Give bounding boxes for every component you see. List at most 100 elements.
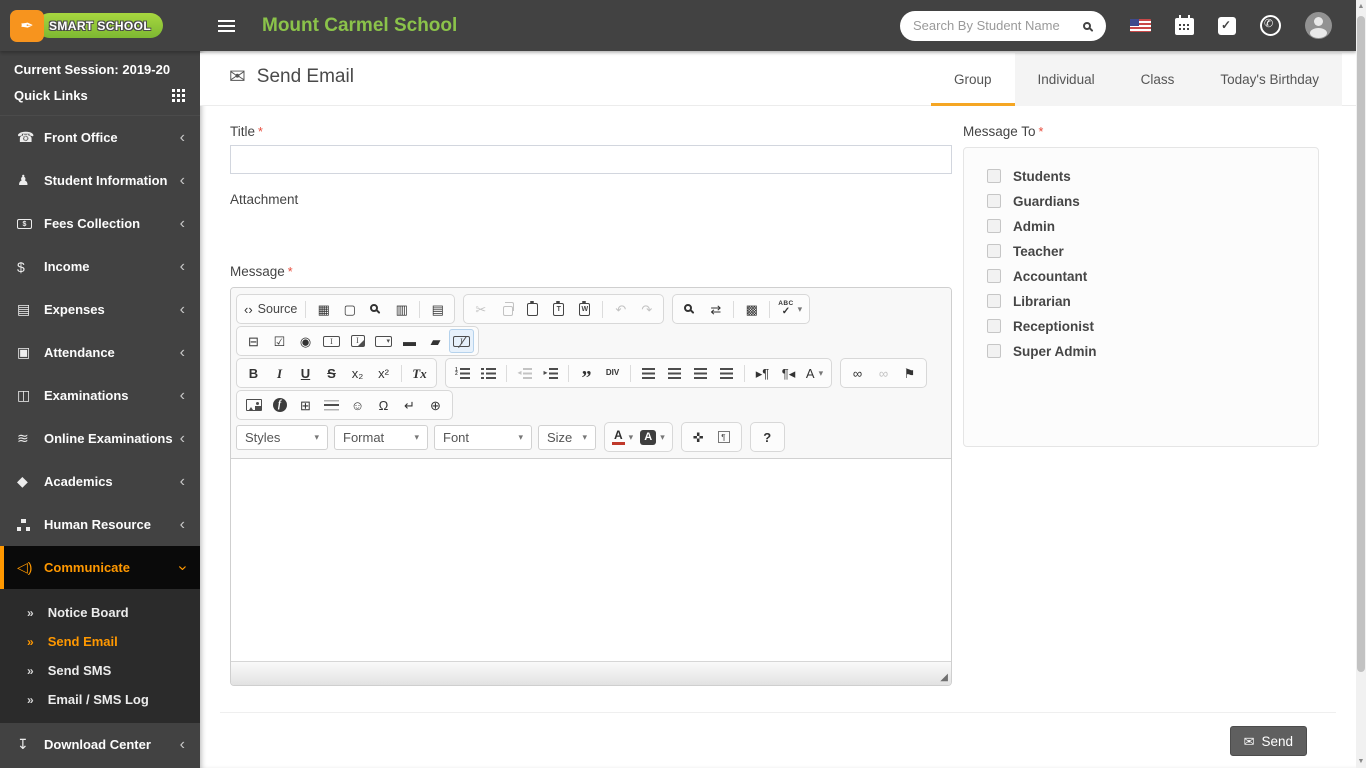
sidebar-item-communicate[interactable]: ◁)Communicate‹ [0, 546, 200, 589]
print-button[interactable]: ▥ [389, 297, 414, 321]
subscript-button[interactable]: x₂ [345, 361, 370, 385]
checkbox-receptionist[interactable] [987, 319, 1001, 333]
radio-button-button[interactable]: ◉ [293, 329, 318, 353]
checkbox-button[interactable]: ☑ [267, 329, 292, 353]
app-logo[interactable]: SMART SCHOOL [0, 10, 200, 42]
tab-todays-birthday[interactable]: Today's Birthday [1197, 53, 1342, 106]
sidebar-item-fees-collection[interactable]: $Fees Collection‹ [0, 202, 200, 245]
text-color-button[interactable]: A▾ [609, 425, 636, 449]
tab-class[interactable]: Class [1118, 53, 1198, 106]
underline-button[interactable]: U [293, 361, 318, 385]
iframe-button[interactable]: ⊕ [423, 393, 448, 417]
sidebar-item-attendance[interactable]: ▣Attendance‹ [0, 331, 200, 374]
tab-individual[interactable]: Individual [1015, 53, 1118, 106]
sidebar-subitem-notice-board[interactable]: »Notice Board [0, 598, 200, 627]
unlink-button[interactable]: ∞ [871, 361, 896, 385]
image-button-button[interactable]: ▰ [423, 329, 448, 353]
about-button[interactable]: ? [755, 425, 780, 449]
align-left-button[interactable] [636, 361, 661, 385]
image-button[interactable] [241, 393, 266, 417]
italic-button[interactable]: I [267, 361, 292, 385]
decrease-indent-button[interactable] [512, 361, 537, 385]
form-button[interactable]: ⊟ [241, 329, 266, 353]
templates-button[interactable]: ▤ [425, 297, 450, 321]
checkbox-admin[interactable] [987, 219, 1001, 233]
textarea-button[interactable]: I [345, 329, 370, 353]
preview-button[interactable] [363, 297, 388, 321]
flash-button[interactable]: f [267, 393, 292, 417]
checkbox-guardians[interactable] [987, 194, 1001, 208]
sidebar-subitem-send-sms[interactable]: »Send SMS [0, 656, 200, 685]
save-button[interactable]: ▦ [311, 297, 336, 321]
align-justify-button[interactable] [714, 361, 739, 385]
scroll-down-icon[interactable]: ▼ [1356, 758, 1366, 765]
smiley-button[interactable]: ☺ [345, 393, 370, 417]
whatsapp-icon[interactable] [1260, 15, 1281, 36]
special-character-button[interactable]: Ω [371, 393, 396, 417]
calendar-icon[interactable] [1175, 18, 1194, 35]
profile-avatar[interactable] [1305, 12, 1332, 39]
search-input[interactable] [913, 18, 1076, 33]
text-field-button[interactable]: I [319, 329, 344, 353]
show-blocks-button[interactable] [712, 425, 737, 449]
checkbox-students[interactable] [987, 169, 1001, 183]
message-editor-body[interactable] [231, 459, 951, 661]
numbered-list-button[interactable] [450, 361, 475, 385]
paste-as-text-button[interactable]: T [546, 297, 571, 321]
strikethrough-button[interactable]: S [319, 361, 344, 385]
select-field-button[interactable] [371, 329, 396, 353]
spell-check-button[interactable]: ABC✓▾ [775, 297, 805, 321]
bold-button[interactable]: B [241, 361, 266, 385]
new-page-button[interactable]: ▢ [337, 297, 362, 321]
paste-from-word-button[interactable]: W [572, 297, 597, 321]
quick-links[interactable]: Quick Links [14, 88, 186, 103]
maximize-button[interactable]: ✜ [686, 425, 711, 449]
search-icon[interactable] [1083, 22, 1091, 30]
bulleted-list-button[interactable] [476, 361, 501, 385]
sidebar-item-income[interactable]: $Income‹ [0, 245, 200, 288]
link-button[interactable]: ∞ [845, 361, 870, 385]
superscript-button[interactable]: x² [371, 361, 396, 385]
text-direction-rtl-button[interactable]: ¶◂ [776, 361, 801, 385]
page-scrollbar[interactable]: ▲ ▼ [1356, 0, 1366, 768]
send-button[interactable]: ✉ Send [1230, 726, 1307, 756]
tab-group[interactable]: Group [931, 53, 1015, 106]
attachment-input[interactable] [230, 214, 490, 250]
tasks-icon[interactable] [1218, 17, 1236, 35]
select-all-button[interactable]: ▩ [739, 297, 764, 321]
format-select[interactable]: Format▾ [334, 425, 428, 450]
align-center-button[interactable] [662, 361, 687, 385]
horizontal-rule-button[interactable] [319, 393, 344, 417]
cut-button[interactable]: ✂ [468, 297, 493, 321]
checkbox-accountant[interactable] [987, 269, 1001, 283]
replace-button[interactable]: ⇄ [703, 297, 728, 321]
table-button[interactable]: ⊞ [293, 393, 318, 417]
redo-button[interactable]: ↷ [634, 297, 659, 321]
increase-indent-button[interactable] [538, 361, 563, 385]
us-flag-icon[interactable] [1130, 19, 1151, 32]
anchor-button[interactable]: ⚑ [897, 361, 922, 385]
source-button[interactable]: ‹›Source [241, 297, 300, 321]
styles-select[interactable]: Styles▾ [236, 425, 328, 450]
hidden-field-button[interactable]: I [449, 329, 474, 353]
language-button[interactable]: A▾ [802, 361, 827, 385]
undo-button[interactable]: ↶ [608, 297, 633, 321]
sidebar-item-examinations[interactable]: ◫Examinations‹ [0, 374, 200, 417]
find-button[interactable] [677, 297, 702, 321]
sidebar-item-online-examinations[interactable]: ≋Online Examinations‹ [0, 417, 200, 460]
remove-format-button[interactable]: Tx [407, 361, 432, 385]
paste-button[interactable] [520, 297, 545, 321]
font-select[interactable]: Font▾ [434, 425, 532, 450]
menu-toggle-icon[interactable] [218, 25, 235, 27]
sidebar-item-student-information[interactable]: ♟Student Information‹ [0, 159, 200, 202]
align-right-button[interactable] [688, 361, 713, 385]
sidebar-subitem-send-email[interactable]: »Send Email [0, 627, 200, 656]
scroll-up-icon[interactable]: ▲ [1356, 3, 1366, 10]
copy-button[interactable] [494, 297, 519, 321]
checkbox-librarian[interactable] [987, 294, 1001, 308]
div-container-button[interactable]: DIV [600, 361, 625, 385]
sidebar-item-download-center[interactable]: ↧Download Center‹ [0, 723, 200, 766]
sidebar-subitem-email-sms-log[interactable]: »Email / SMS Log [0, 685, 200, 714]
title-input[interactable] [230, 145, 952, 174]
page-scrollbar-thumb[interactable] [1357, 16, 1365, 672]
